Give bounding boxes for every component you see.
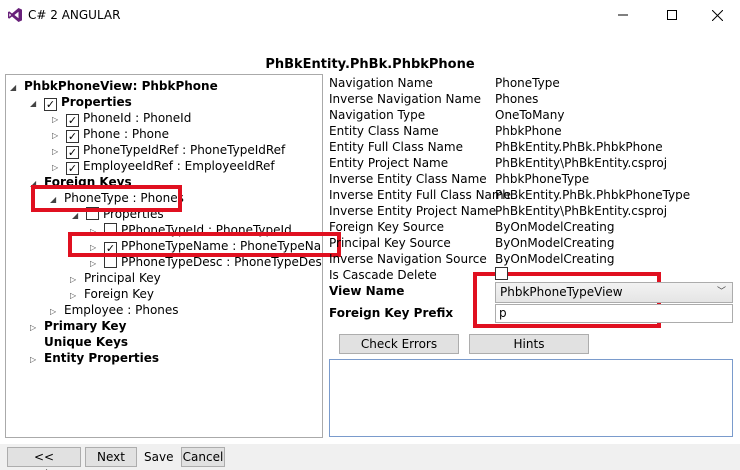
prop-value-inverse-entity-full-class-name: PhBkEntity.PhBk.PhbkPhoneType: [495, 188, 691, 202]
prop-value-inverse-navigation-name: Phones: [495, 92, 539, 106]
maximize-icon: [667, 10, 677, 20]
errors-output[interactable]: [329, 359, 733, 437]
page-title: PhBkEntity.PhBk.PhbkPhone: [265, 57, 475, 72]
tree-item-employee[interactable]: ▷ Employee : Phones: [50, 302, 179, 318]
prop-value-inverse-entity-project-name: PhBkEntity\PhBkEntity.csproj: [495, 204, 668, 218]
prop-label-entity-full-class-name: Entity Full Class Name: [329, 140, 463, 154]
highlight-pphone-type-name: [68, 232, 341, 257]
expand-arrow-icon[interactable]: ▷: [30, 352, 40, 368]
window-title: C# 2 ANGULAR: [28, 8, 121, 22]
prop-label-inverse-entity-project-name: Inverse Entity Project Name: [329, 204, 497, 218]
minimize-icon: [618, 14, 628, 16]
prop-value-foreign-key-source: ByOnModelCreating: [495, 220, 615, 234]
next-button[interactable]: Next >>: [85, 447, 137, 470]
prop-label-entity-class-name: Entity Class Name: [329, 124, 439, 138]
check-errors-button[interactable]: Check Errors: [339, 334, 459, 354]
fk-prefix-label: Foreign Key Prefix: [329, 306, 454, 320]
minimize-button[interactable]: [600, 0, 646, 30]
tree-item-employee-id-ref[interactable]: ▷EmployeeIdRef : EmployeeIdRef: [52, 158, 275, 175]
view-name-dropdown[interactable]: PhbkPhoneTypeView ﹀: [495, 282, 733, 303]
prop-label-is-cascade-delete: Is Cascade Delete: [329, 268, 437, 282]
tree-item-primary-key[interactable]: ▷ Primary Key: [30, 318, 126, 334]
prop-label-entity-project-name: Entity Project Name: [329, 156, 449, 170]
save-button[interactable]: Save: [144, 448, 173, 468]
prop-label-inverse-entity-full-class-name: Inverse Entity Full Class Name: [329, 188, 511, 202]
tree-item-entity-properties[interactable]: ▷ Entity Properties: [30, 350, 159, 366]
prop-label-navigation-name: Navigation Name: [329, 76, 433, 90]
previous-button[interactable]: << Previous: [7, 447, 81, 470]
cancel-button[interactable]: Cancel: [181, 447, 225, 467]
prop-value-principal-key-source: ByOnModelCreating: [495, 236, 615, 250]
prop-value-navigation-type: OneToMany: [495, 108, 565, 122]
is-cascade-delete-checkbox[interactable]: [495, 267, 508, 280]
prop-label-inverse-entity-class-name: Inverse Entity Class Name: [329, 172, 487, 186]
prop-label-inverse-navigation-name: Inverse Navigation Name: [329, 92, 481, 106]
chevron-down-icon: ﹀: [716, 287, 726, 297]
prop-value-inverse-entity-class-name: PhbkPhoneType: [495, 172, 590, 186]
prop-value-inverse-navigation-source: ByOnModelCreating: [495, 252, 615, 266]
tree-item-unique-keys[interactable]: Unique Keys: [44, 334, 128, 350]
prop-value-entity-project-name: PhBkEntity\PhBkEntity.csproj: [495, 156, 668, 170]
tree-item-principal-key[interactable]: ▷ Principal Key: [70, 270, 161, 286]
prop-label-foreign-key-source: Foreign Key Source: [329, 220, 445, 234]
prop-value-entity-class-name: PhbkPhone: [495, 124, 562, 138]
close-button[interactable]: [694, 0, 740, 30]
tree-item-foreign-key[interactable]: ▷ Foreign Key: [70, 286, 154, 302]
view-name-label: View Name: [329, 284, 405, 298]
view-name-selected: PhbkPhoneTypeView: [500, 285, 623, 299]
prop-label-inverse-navigation-source: Inverse Navigation Source: [329, 252, 487, 266]
tree-item-phone-type-id-ref[interactable]: ▷PhoneTypeIdRef : PhoneTypeIdRef: [52, 142, 285, 159]
fk-prefix-input[interactable]: p: [495, 304, 733, 323]
prop-value-entity-full-class-name: PhBkEntity.PhBk.PhbkPhone: [495, 140, 663, 154]
tree-item-phone-id[interactable]: ▷PhoneId : PhoneId: [52, 110, 191, 127]
visual-studio-icon: [8, 8, 22, 22]
hints-button[interactable]: Hints: [469, 334, 589, 354]
collapse-arrow-icon[interactable]: ◢: [30, 96, 40, 112]
maximize-button[interactable]: [649, 0, 695, 30]
close-icon: [711, 9, 723, 21]
prop-value-navigation-name: PhoneType: [495, 76, 560, 90]
tree-item-phone[interactable]: ▷Phone : Phone: [52, 126, 169, 143]
tree-root[interactable]: ◢ PhbkPhoneView: PhbkPhone: [10, 78, 218, 94]
tree-item-properties[interactable]: ◢Properties: [30, 94, 132, 112]
prop-label-navigation-type: Navigation Type: [329, 108, 426, 122]
title-bar: C# 2 ANGULAR: [0, 0, 740, 30]
expand-arrow-icon[interactable]: ▷: [30, 320, 40, 336]
collapse-arrow-icon[interactable]: ◢: [10, 80, 20, 96]
prop-label-principal-key-source: Principal Key Source: [329, 236, 451, 250]
highlight-phone-type: [31, 185, 182, 212]
